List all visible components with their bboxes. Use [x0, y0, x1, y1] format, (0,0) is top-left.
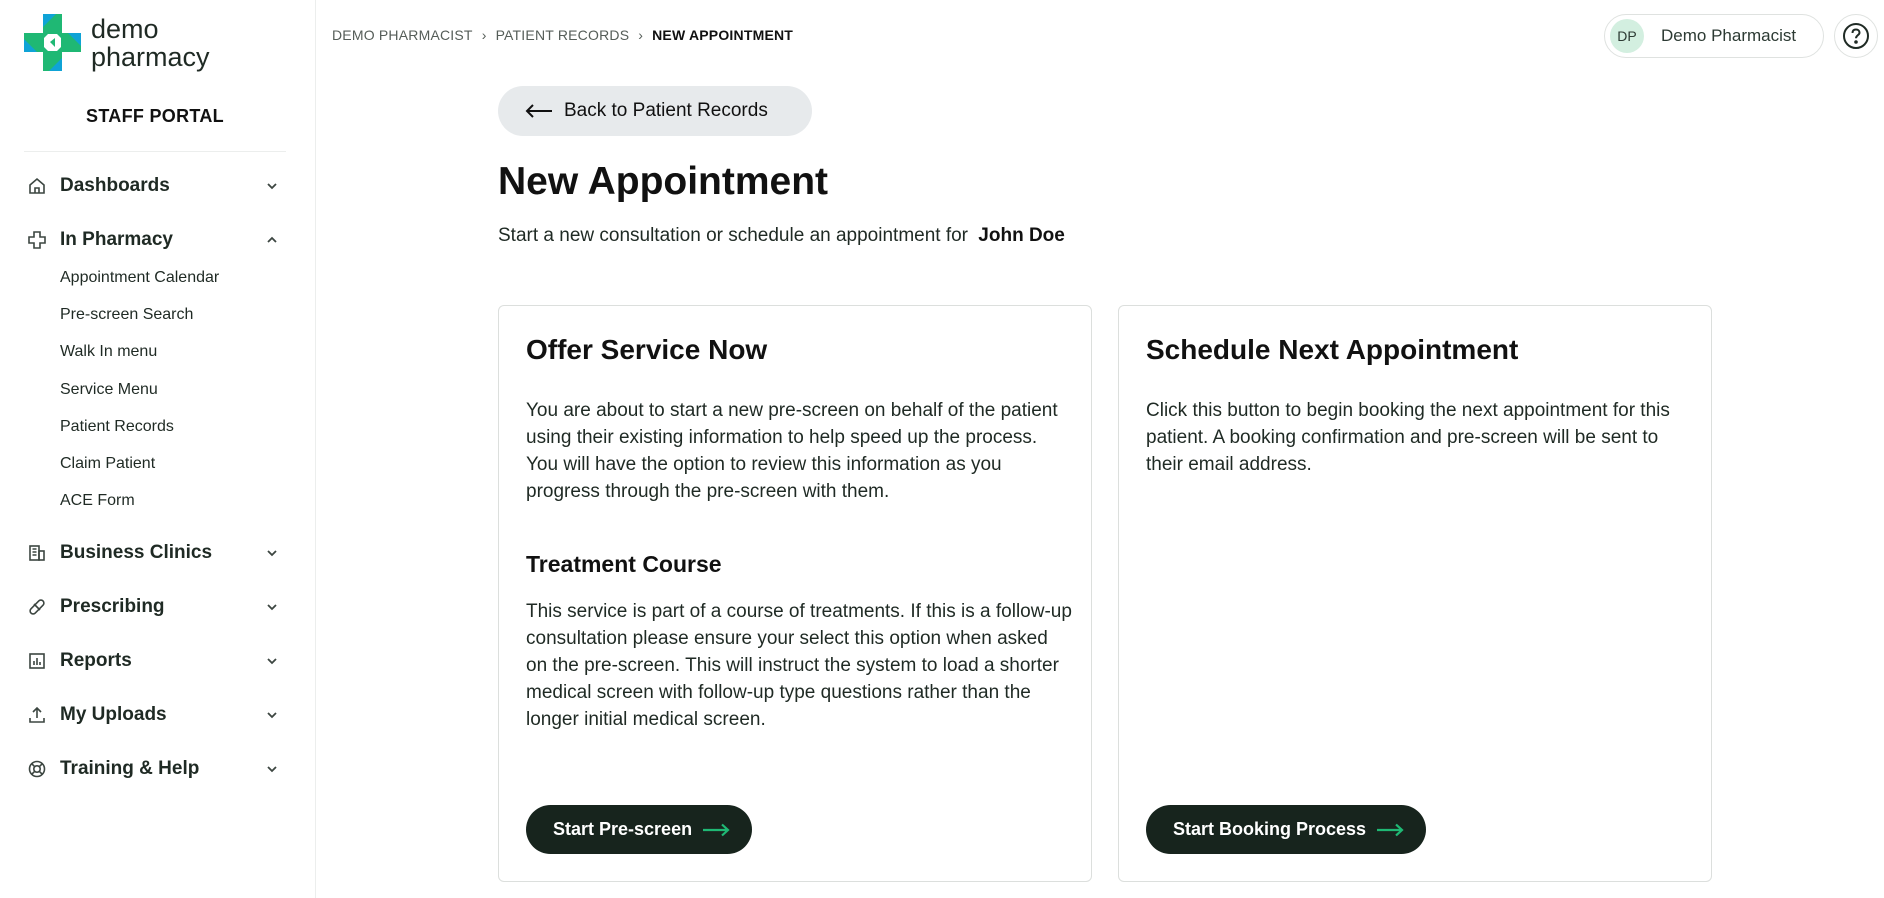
arrow-left-icon: [525, 104, 552, 118]
start-booking-process-button[interactable]: Start Booking Process: [1146, 805, 1427, 854]
user-menu[interactable]: DP Demo Pharmacist: [1604, 14, 1824, 58]
schedule-appointment-title: Schedule Next Appointment: [1146, 334, 1519, 365]
building-icon: [26, 542, 48, 564]
user-name: Demo Pharmacist: [1661, 26, 1797, 45]
offer-service-title: Offer Service Now: [526, 334, 768, 365]
arrow-right-icon: [703, 823, 730, 836]
nav-reports[interactable]: Reports: [26, 644, 280, 678]
brand-line1: demo: [91, 13, 159, 44]
start-pre-screen-label: Start Pre-screen: [553, 819, 693, 839]
arrow-right-icon: [1377, 823, 1404, 836]
sidebar-item-appointment-calendar[interactable]: Appointment Calendar: [60, 269, 219, 287]
help-icon: [1843, 23, 1869, 49]
chevron-right-icon: ›: [481, 27, 487, 43]
nav-training-help-label: Training & Help: [60, 758, 200, 779]
nav-business-clinics-label: Business Clinics: [60, 542, 213, 563]
subtitle-text: Start a new consultation or schedule an …: [498, 225, 969, 246]
pill-icon: [26, 596, 48, 618]
chevron-down-icon: [267, 604, 277, 611]
nav-my-uploads-label: My Uploads: [60, 704, 167, 725]
chevron-down-icon: [267, 712, 277, 719]
sidebar: demo pharmacy STAFF PORTAL Dashboards In…: [0, 0, 316, 898]
upload-icon: [26, 704, 48, 726]
breadcrumb: DEMO PHARMACIST › PATIENT RECORDS › NEW …: [332, 27, 793, 43]
lifebuoy-icon: [26, 758, 48, 780]
sidebar-item-walk-in-menu[interactable]: Walk In menu: [60, 343, 157, 361]
brand-line2: pharmacy: [91, 41, 210, 72]
help-button[interactable]: [1834, 14, 1878, 58]
schedule-appointment-description: Click this button to begin booking the n…: [1146, 400, 1670, 475]
sidebar-item-service-menu[interactable]: Service Menu: [60, 381, 158, 399]
schedule-appointment-card: Schedule Next Appointment Click this but…: [1118, 305, 1712, 882]
back-to-patient-records-button[interactable]: Back to Patient Records: [498, 86, 812, 136]
nav-in-pharmacy[interactable]: In Pharmacy: [26, 223, 280, 257]
page-subtitle: Start a new consultation or schedule an …: [498, 225, 1065, 247]
nav-reports-label: Reports: [60, 650, 132, 671]
sidebar-item-patient-records[interactable]: Patient Records: [60, 418, 174, 436]
avatar: DP: [1610, 19, 1644, 53]
chevron-down-icon: [267, 550, 277, 557]
nav-prescribing-label: Prescribing: [60, 596, 165, 617]
treatment-course-description: This service is part of a course of trea…: [526, 601, 1072, 730]
nav-prescribing[interactable]: Prescribing: [26, 590, 280, 624]
chevron-down-icon: [267, 183, 277, 190]
page-title: New Appointment: [498, 160, 829, 203]
nav-dashboards-label: Dashboards: [60, 175, 170, 196]
chevron-down-icon: [267, 766, 277, 773]
nav-business-clinics[interactable]: Business Clinics: [26, 536, 280, 570]
breadcrumb-current: NEW APPOINTMENT: [652, 27, 794, 43]
bar-chart-icon: [26, 650, 48, 672]
brand-logo[interactable]: demo pharmacy: [24, 14, 210, 71]
pharmacy-logo-icon: [24, 14, 81, 71]
chevron-up-icon: [267, 236, 277, 243]
home-icon: [26, 175, 48, 197]
nav-my-uploads[interactable]: My Uploads: [26, 698, 280, 732]
start-booking-process-label: Start Booking Process: [1173, 819, 1367, 839]
patient-name: John Doe: [978, 225, 1065, 246]
treatment-course-title: Treatment Course: [526, 551, 722, 577]
sidebar-item-claim-patient[interactable]: Claim Patient: [60, 455, 155, 473]
nav-training-help[interactable]: Training & Help: [26, 752, 280, 786]
nav-in-pharmacy-label: In Pharmacy: [60, 229, 173, 250]
offer-service-description: You are about to start a new pre-screen …: [526, 400, 1058, 502]
sidebar-item-pre-screen-search[interactable]: Pre-screen Search: [60, 306, 193, 324]
breadcrumb-patient-records[interactable]: PATIENT RECORDS: [496, 27, 630, 43]
portal-title: STAFF PORTAL: [86, 106, 224, 126]
offer-service-card: Offer Service Now You are about to start…: [498, 305, 1092, 882]
back-button-label: Back to Patient Records: [564, 100, 768, 121]
breadcrumb-demo-pharmacist[interactable]: DEMO PHARMACIST: [332, 27, 473, 43]
medical-cross-icon: [26, 229, 48, 251]
chevron-down-icon: [267, 658, 277, 665]
sidebar-item-ace-form[interactable]: ACE Form: [60, 492, 135, 510]
sidebar-divider: [24, 151, 286, 152]
nav-dashboards[interactable]: Dashboards: [26, 169, 280, 203]
chevron-right-icon: ›: [638, 27, 644, 43]
start-pre-screen-button[interactable]: Start Pre-screen: [526, 805, 753, 854]
